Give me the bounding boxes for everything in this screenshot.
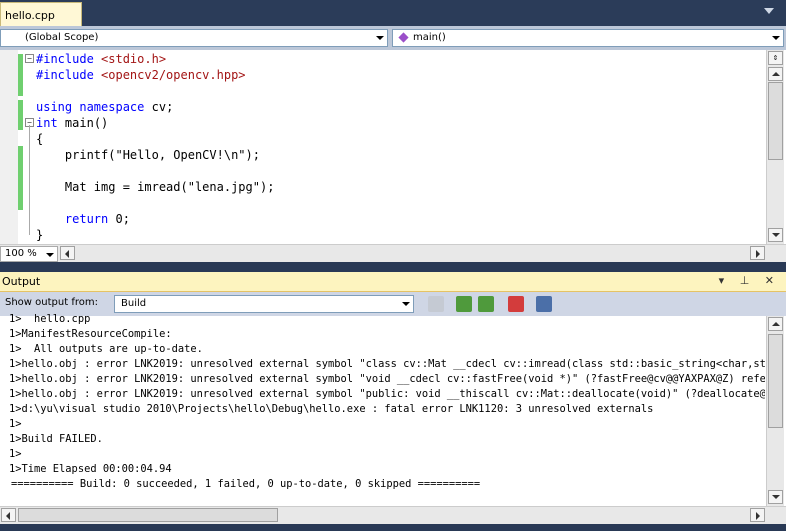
member-value: main() [413,32,446,43]
change-bar [18,54,23,96]
code-line-7: printf("Hello, OpenCV!\n"); [36,148,260,162]
output-panel-title-bar: Output ▾ ⊥ ✕ [0,272,786,292]
clear-all-icon[interactable] [508,296,524,312]
output-line: 1> All outputs are up-to-date. [9,343,203,355]
splitter[interactable] [0,262,786,272]
dropdown-arrow-icon [376,36,384,40]
editor-horizontal-scrollbar[interactable]: 100 % [0,244,786,262]
scroll-right-icon[interactable] [750,246,765,260]
output-line: ========== Build: 0 succeeded, 1 failed,… [11,478,481,490]
code-line-6: { [36,132,44,146]
code-line-12: } [36,228,44,242]
output-line: 1>Build FAILED. [9,433,103,445]
collapse-toggle-icon[interactable]: − [25,54,34,63]
output-vertical-scrollbar[interactable] [766,316,784,506]
code-line-4: using namespace cv; [36,100,174,114]
scroll-up-icon[interactable] [768,317,783,331]
dropdown-arrow-icon [402,302,410,306]
scroll-left-icon[interactable] [60,246,75,260]
output-line: 1> hello.cpp [9,313,91,325]
scroll-left-icon[interactable] [1,508,16,522]
output-line: 1>Time Elapsed 00:00:04.94 [9,463,172,475]
code-line-5: int main() [36,116,109,130]
scroll-thumb[interactable] [768,334,783,428]
panel-title: Output [2,275,41,288]
output-line: 1> [9,448,22,460]
scope-dropdown[interactable]: (Global Scope) [0,29,388,47]
show-output-from-dropdown[interactable]: Build [114,295,414,313]
show-output-from-label: Show output from: [5,297,98,308]
output-line: 1>hello.obj : error LNK2019: unresolved … [9,388,765,400]
scroll-down-icon[interactable] [768,228,783,242]
go-to-previous-message-icon[interactable] [456,296,472,312]
method-icon [398,32,409,43]
tab-hello-cpp[interactable]: hello.cpp [0,2,82,26]
scroll-right-icon[interactable] [750,508,765,522]
tab-list-dropdown-icon[interactable] [764,8,774,14]
show-output-from-value: Build [121,298,147,309]
output-line: 1> [9,418,22,430]
output-text-area[interactable]: 1> hello.cpp 1>ManifestResourceCompile: … [0,313,786,506]
output-line: 1>hello.obj : error LNK2019: unresolved … [9,373,765,385]
zoom-value: 100 % [5,248,37,259]
go-to-next-message-icon[interactable] [478,296,494,312]
output-line: 1>d:\yu\visual studio 2010\Projects\hell… [9,403,654,415]
zoom-level-dropdown[interactable]: 100 % [0,246,58,262]
editor-vertical-scrollbar[interactable]: ⇕ [766,50,784,244]
change-bar [18,100,23,130]
indicator-margin [0,50,18,244]
code-line-9: Mat img = imread("lena.jpg"); [36,180,275,194]
output-horizontal-scrollbar[interactable] [0,506,786,524]
code-line-11: return 0; [64,212,130,226]
scope-value: (Global Scope) [25,32,99,43]
find-message-in-code-icon[interactable] [428,296,444,312]
scroll-thumb[interactable] [768,82,783,160]
split-window-icon[interactable]: ⇕ [768,51,783,65]
output-line: 1>ManifestResourceCompile: [9,328,172,340]
panel-window-buttons[interactable]: ▾ ⊥ ✕ [719,274,780,287]
toggle-word-wrap-icon[interactable] [536,296,552,312]
document-tab-strip: hello.cpp [0,0,786,26]
outline-guide [29,125,30,235]
dropdown-arrow-icon [772,36,780,40]
window-frame [0,524,786,531]
tab-label: hello.cpp [5,9,55,22]
output-line: 1>hello.obj : error LNK2019: unresolved … [9,358,765,370]
code-line-2: #include <opencv2/opencv.hpp> [36,68,246,82]
member-dropdown[interactable]: main() [392,29,784,47]
change-bar [18,146,23,210]
code-line-1: #include <stdio.h> [36,52,167,66]
navigation-bar: (Global Scope) main() [0,26,786,50]
scroll-thumb[interactable] [18,508,278,522]
scroll-down-icon[interactable] [768,490,783,504]
scroll-up-icon[interactable] [768,67,783,81]
code-editor[interactable]: − − #include <stdio.h> #include <opencv2… [0,50,786,244]
dropdown-arrow-icon [46,253,54,257]
